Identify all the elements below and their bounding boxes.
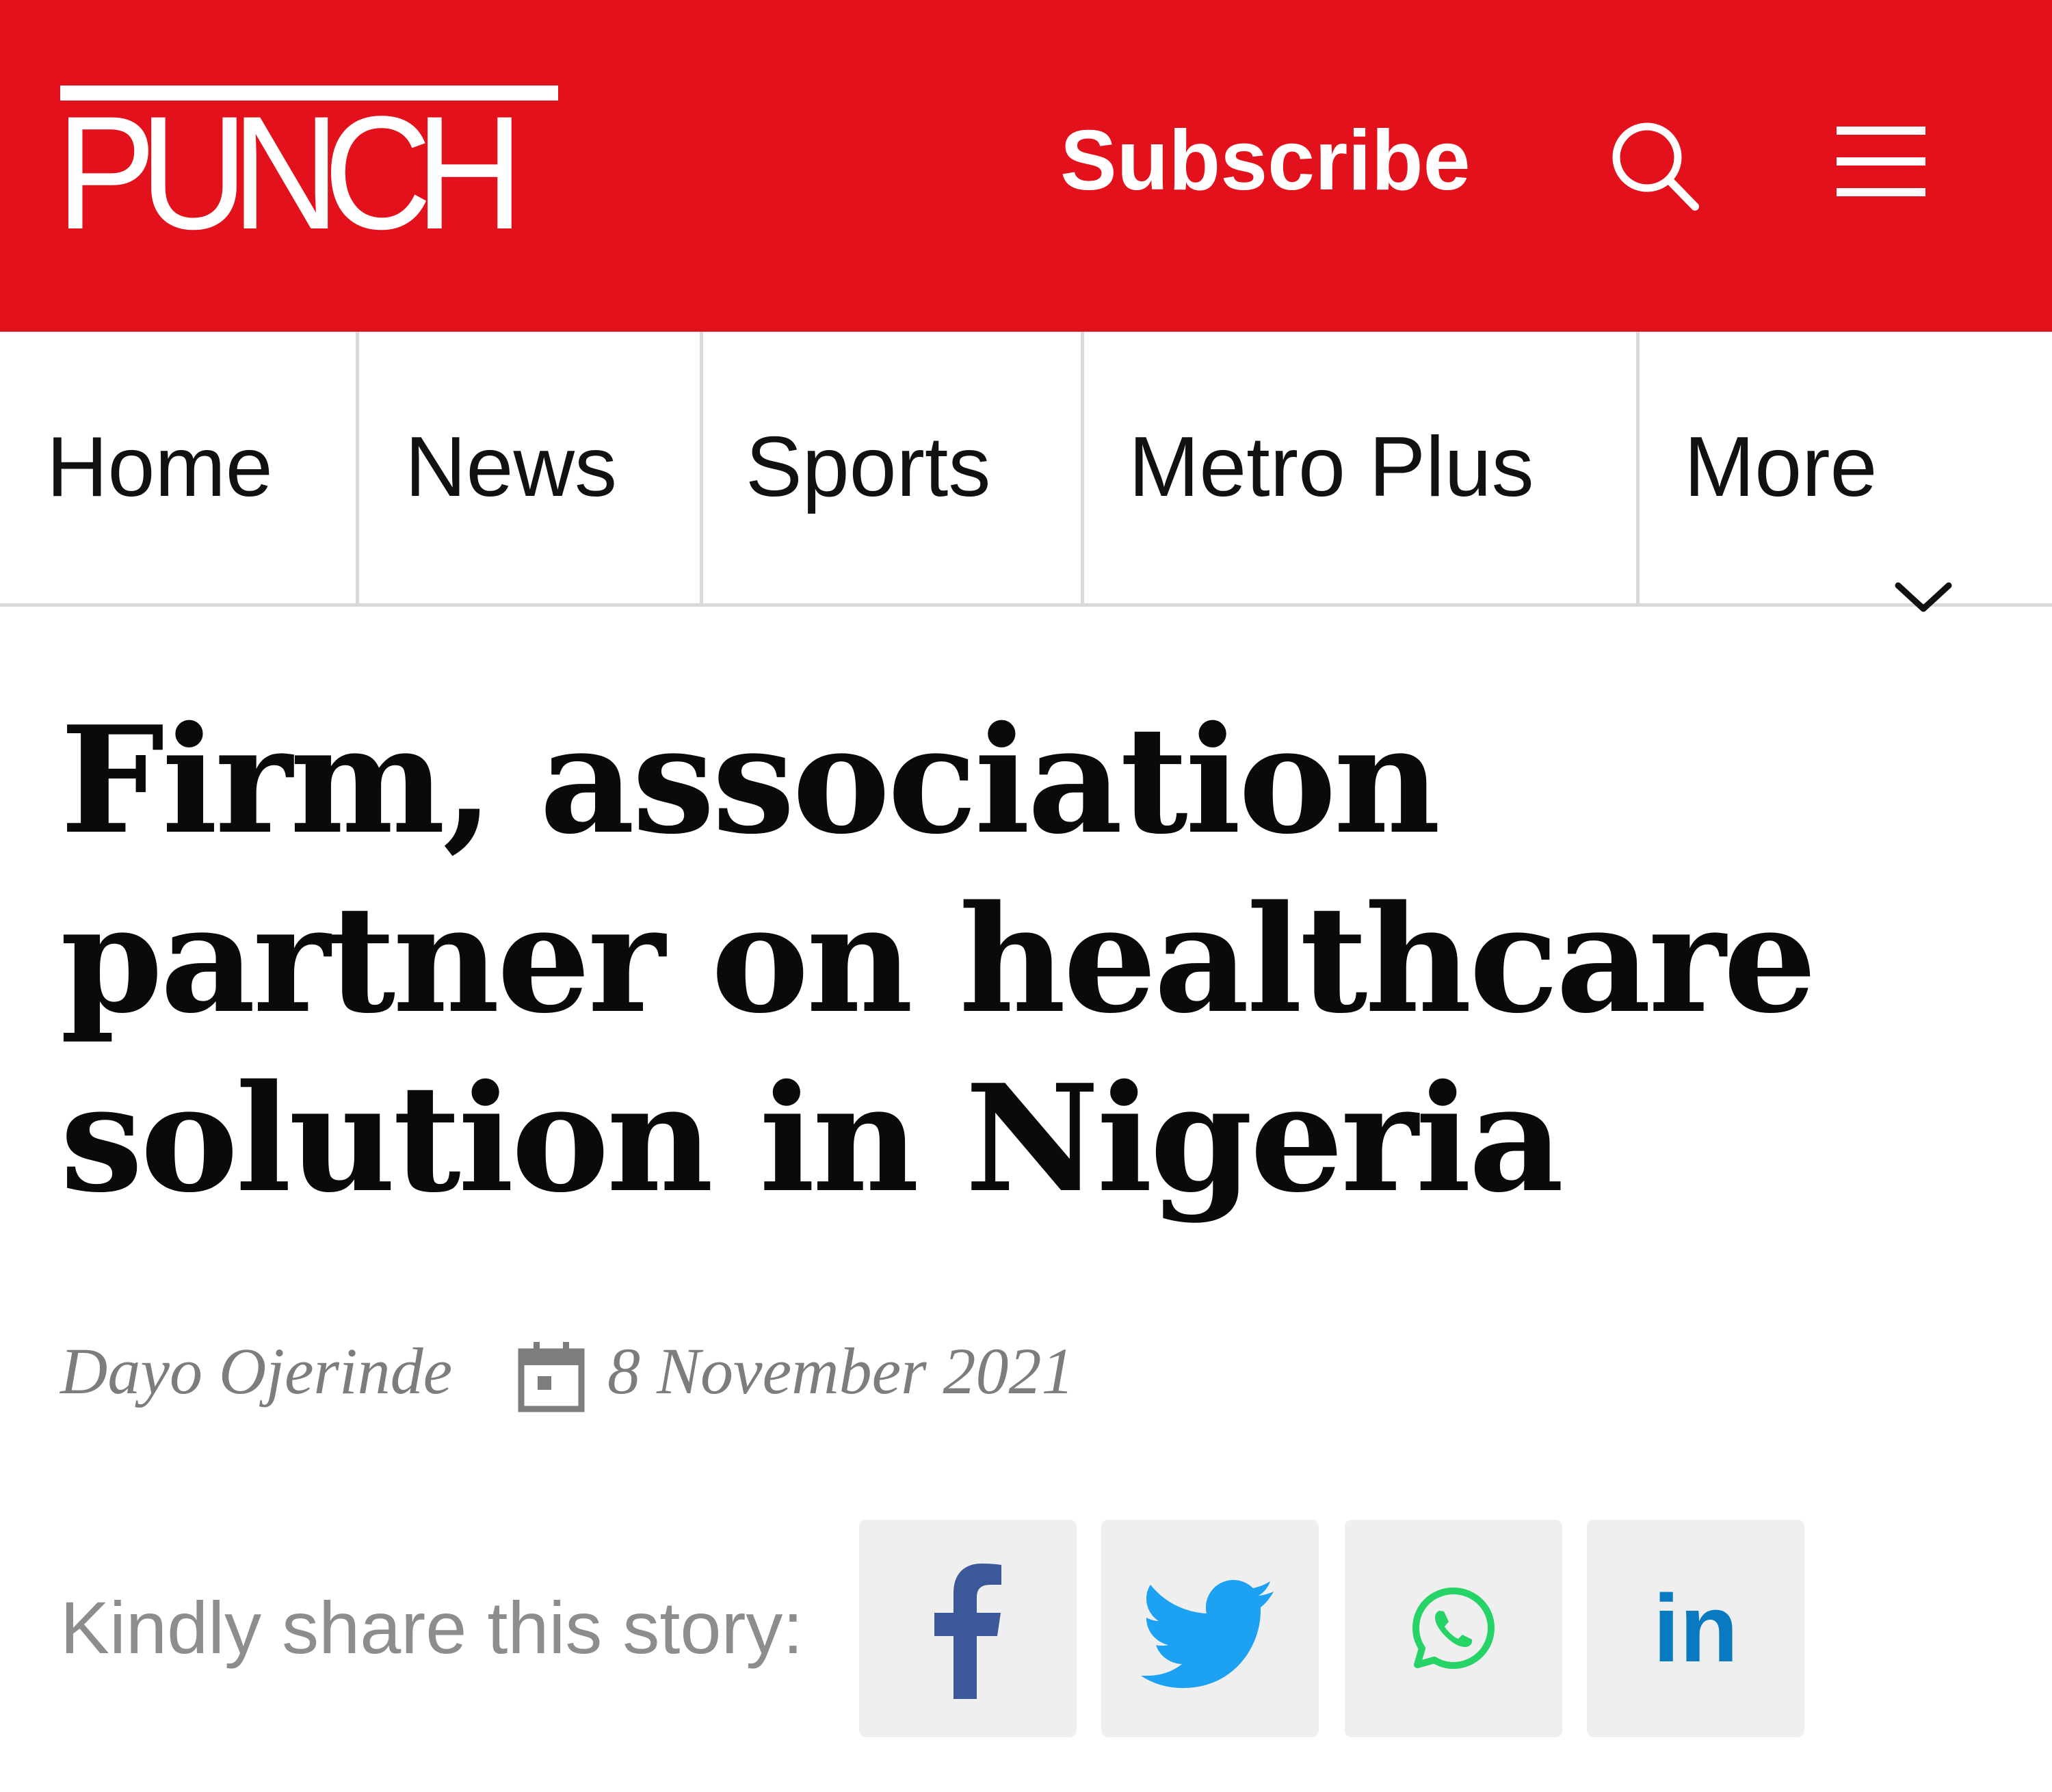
article-headline: Firm, association partner on healthcare …	[60, 694, 1817, 1225]
logo-wordmark: PUNCH	[56, 83, 524, 263]
subscribe-button[interactable]: Subscribe	[1060, 113, 1471, 209]
linkedin-icon: in	[1653, 1574, 1739, 1682]
site-header: PUNCH Subscribe	[0, 0, 2052, 332]
share-label: Kindly share this story:	[60, 1586, 804, 1669]
share-whatsapp-button[interactable]	[1345, 1520, 1562, 1737]
author-name[interactable]: Dayo Ojerinde	[60, 1327, 452, 1416]
nav-item-metro-plus[interactable]: Metro Plus	[1129, 332, 1534, 603]
nav-item-news[interactable]: News	[405, 332, 617, 603]
twitter-icon	[1141, 1580, 1274, 1688]
share-linkedin-button[interactable]: in	[1587, 1520, 1804, 1737]
hamburger-menu-icon[interactable]	[1833, 120, 1929, 202]
nav-item-sports[interactable]: Sports	[746, 332, 990, 603]
nav-divider	[700, 332, 703, 603]
whatsapp-icon	[1412, 1587, 1495, 1669]
nav-item-home[interactable]: Home	[47, 332, 273, 603]
calendar-icon	[517, 1341, 586, 1412]
share-facebook-button[interactable]	[859, 1520, 1077, 1737]
nav-divider	[356, 332, 359, 603]
main-nav: Home News Sports Metro Plus More	[0, 332, 2052, 612]
nav-divider	[1081, 332, 1084, 603]
nav-item-more-label: More	[1684, 420, 1878, 514]
search-icon[interactable]	[1606, 118, 1702, 213]
publish-date: 8 November 2021	[607, 1334, 1075, 1408]
chevron-down-icon	[1893, 453, 1954, 612]
nav-divider	[1636, 332, 1640, 603]
facebook-icon	[934, 1564, 1001, 1699]
nav-item-more[interactable]: More	[1684, 332, 1954, 612]
share-twitter-button[interactable]	[1101, 1520, 1319, 1737]
punch-logo[interactable]: PUNCH	[56, 85, 560, 254]
